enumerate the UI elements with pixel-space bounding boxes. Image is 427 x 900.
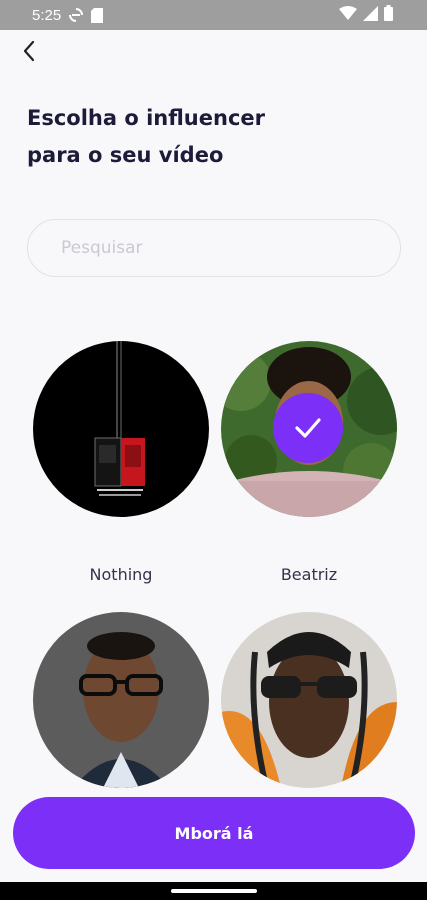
- influencer-name: Nothing: [89, 565, 153, 584]
- influencer-avatar-beatriz[interactable]: [221, 341, 397, 517]
- system-nav-bar: [0, 882, 427, 900]
- influencer-avatar-nothing[interactable]: [33, 341, 209, 517]
- influencer-avatar-3[interactable]: [33, 612, 209, 788]
- continue-button[interactable]: Mborá lá: [13, 797, 415, 869]
- influencer-picker-screen: 5:25 Escolha o influencer para o seu víd…: [0, 0, 427, 900]
- search-field[interactable]: [27, 219, 401, 277]
- page-title: Escolha o influencer para o seu vídeo: [27, 100, 387, 174]
- search-input[interactable]: [28, 220, 400, 276]
- signal-icon: [363, 5, 378, 25]
- page-title-line-2: para o seu vídeo: [27, 143, 224, 167]
- sd-card-icon: [91, 7, 104, 23]
- wifi-icon: [339, 6, 357, 24]
- status-time: 5:25: [32, 6, 62, 24]
- influencer-name: Beatriz: [280, 565, 338, 584]
- page-title-line-1: Escolha o influencer: [27, 106, 265, 130]
- influencer-card-4[interactable]: [221, 612, 397, 788]
- status-right-group: [339, 5, 393, 25]
- influencer-card-3[interactable]: [33, 612, 209, 788]
- influencer-card-nothing[interactable]: Nothing: [33, 341, 209, 584]
- sync-icon: [69, 7, 84, 23]
- check-icon: [293, 416, 323, 440]
- chevron-left-icon: [22, 40, 36, 66]
- battery-icon: [384, 5, 393, 25]
- status-bar: 5:25: [0, 0, 427, 30]
- back-button[interactable]: [14, 38, 44, 68]
- influencer-card-beatriz[interactable]: Beatriz: [221, 341, 397, 584]
- influencer-avatar-4[interactable]: [221, 612, 397, 788]
- home-indicator[interactable]: [171, 889, 257, 893]
- selected-check-badge: [273, 393, 343, 463]
